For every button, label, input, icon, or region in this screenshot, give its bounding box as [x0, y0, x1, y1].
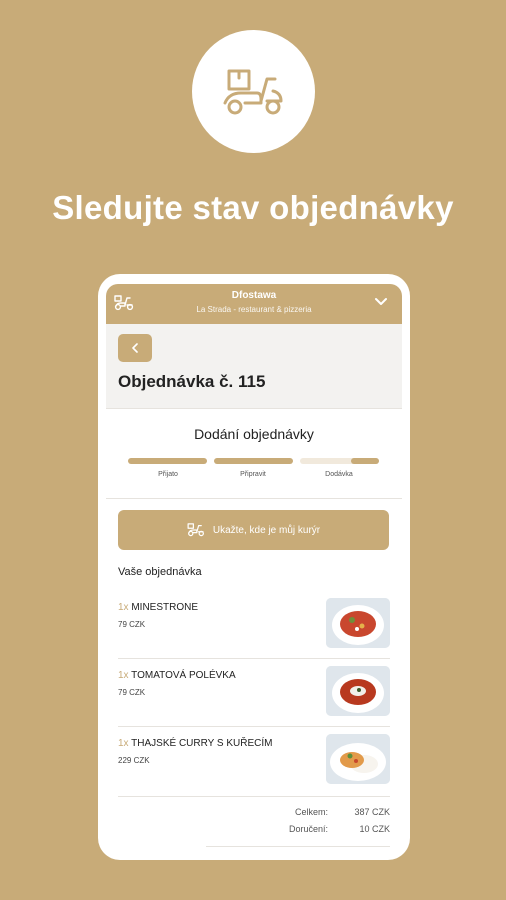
item-title: MINESTRONE [131, 602, 199, 613]
total-value: 387 CZK [354, 807, 390, 817]
item-price: 79 CZK [118, 620, 146, 629]
hero-title: Sledujte stav objednávky [52, 189, 454, 226]
item-photo [326, 598, 390, 648]
step-label-delivery: Dodávka [325, 471, 353, 478]
item-price: 79 CZK [118, 688, 146, 697]
app-header: Dfostawa La Strada - restaurant & pizzer… [106, 284, 402, 324]
chevron-left-icon [132, 343, 138, 353]
divider [206, 846, 390, 847]
show-courier-button[interactable]: Ukažte, kde je můj kurýr [118, 510, 389, 550]
scooter-icon [187, 523, 204, 537]
back-button[interactable] [118, 334, 152, 362]
delivery-scooter-icon [223, 69, 282, 114]
item-photo [326, 666, 390, 716]
item-photo [326, 734, 390, 784]
divider [106, 408, 402, 409]
order-item: 1x MINESTRONE 79 CZK [118, 596, 390, 664]
divider [118, 796, 390, 797]
step-label-preparing: Připravit [240, 471, 266, 478]
order-header-area: Objednávka č. 115 [106, 324, 402, 408]
restaurant-title: Dfostawa [231, 290, 277, 301]
order-title: Objednávka č. 115 [118, 372, 266, 391]
hero-icon-circle [192, 30, 315, 153]
item-qty: 1x [118, 670, 129, 681]
progress-step-preparing [214, 458, 293, 464]
step-label-received: Přijato [158, 471, 178, 478]
divider [106, 498, 402, 499]
delivery-status-title: Dodání objednávky [194, 426, 314, 442]
your-order-title: Vaše objednávka [118, 566, 202, 578]
show-courier-label: Ukažte, kde je můj kurýr [212, 524, 321, 536]
delivery-fee-value: 10 CZK [359, 824, 390, 834]
item-title: TOMATOVÁ POLÉVKA [131, 670, 236, 681]
delivery-fee-label: Doručení: [288, 824, 328, 834]
total-label: Celkem: [294, 807, 328, 817]
total-row: Celkem: 387 CZK [258, 807, 390, 817]
divider [118, 726, 390, 727]
delivery-progress-bar [128, 458, 379, 464]
phone-frame: Dfostawa La Strada - restaurant & pizzer… [98, 274, 410, 860]
item-name: 1x MINESTRONE [118, 602, 198, 613]
order-item: 1x THAJSKÉ CURRY S KUŘECÍM 229 CZK [118, 732, 390, 800]
chevron-down-icon[interactable] [374, 297, 388, 307]
delivery-fee-row: Doručení: 10 CZK [258, 824, 390, 834]
progress-step-received [128, 458, 207, 464]
item-name: 1x TOMATOVÁ POLÉVKA [118, 670, 236, 681]
item-price: 229 CZK [118, 756, 150, 765]
divider [118, 658, 390, 659]
progress-step-delivery-fill [351, 458, 379, 464]
item-title: THAJSKÉ CURRY S KUŘECÍM [131, 738, 273, 749]
item-qty: 1x [118, 738, 129, 749]
restaurant-subtitle: La Strada - restaurant & pizzeria [196, 305, 312, 314]
item-qty: 1x [118, 602, 129, 613]
order-item: 1x TOMATOVÁ POLÉVKA 79 CZK [118, 664, 390, 732]
item-name: 1x THAJSKÉ CURRY S KUŘECÍM [118, 738, 273, 749]
